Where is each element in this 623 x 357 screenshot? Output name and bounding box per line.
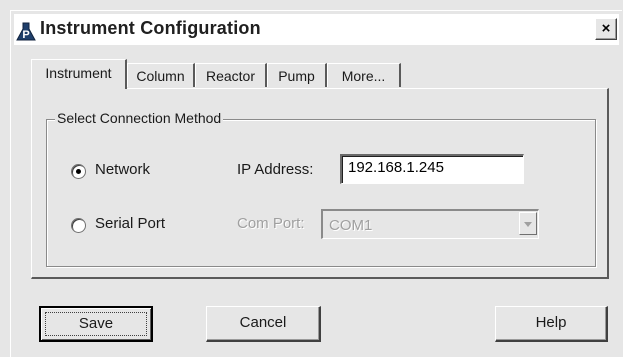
cancel-button[interactable]: Cancel xyxy=(206,306,321,342)
title-bar[interactable]: P Instrument Configuration × xyxy=(14,14,619,45)
tab-reactor[interactable]: Reactor xyxy=(195,63,267,87)
connection-method-group: Select Connection Method Network IP Addr… xyxy=(46,110,596,267)
help-button[interactable]: Help xyxy=(495,306,608,342)
com-port-value: COM1 xyxy=(329,217,373,234)
focus-ring xyxy=(45,312,147,336)
close-button[interactable]: × xyxy=(595,18,617,40)
com-port-label: Com Port: xyxy=(237,215,305,232)
tab-instrument[interactable]: Instrument xyxy=(31,59,127,89)
svg-text:P: P xyxy=(22,29,29,41)
flask-p-icon: P xyxy=(16,22,36,41)
radio-selected-dot xyxy=(76,169,81,174)
instrument-tab-panel: Select Connection Method Network IP Addr… xyxy=(31,88,609,279)
ip-address-label: IP Address: xyxy=(237,161,314,178)
group-title: Select Connection Method xyxy=(55,110,224,126)
ip-address-field[interactable]: 192.168.1.245 xyxy=(340,154,524,184)
tab-pump[interactable]: Pump xyxy=(267,63,327,87)
cancel-button-label: Cancel xyxy=(239,314,287,331)
tab-column[interactable]: Column xyxy=(127,63,195,87)
serial-port-radio[interactable] xyxy=(71,218,86,233)
help-button-label: Help xyxy=(535,314,567,331)
com-port-select: COM1 xyxy=(321,209,539,239)
tab-more[interactable]: More... xyxy=(327,63,401,87)
window-title: Instrument Configuration xyxy=(40,18,261,38)
serial-port-label[interactable]: Serial Port xyxy=(95,215,165,232)
network-radio[interactable] xyxy=(71,164,86,179)
save-button[interactable]: Save xyxy=(39,306,153,342)
network-label[interactable]: Network xyxy=(95,161,150,178)
dropdown-arrow-icon xyxy=(519,212,537,235)
instrument-configuration-dialog: P Instrument Configuration × Instrument … xyxy=(10,10,622,357)
